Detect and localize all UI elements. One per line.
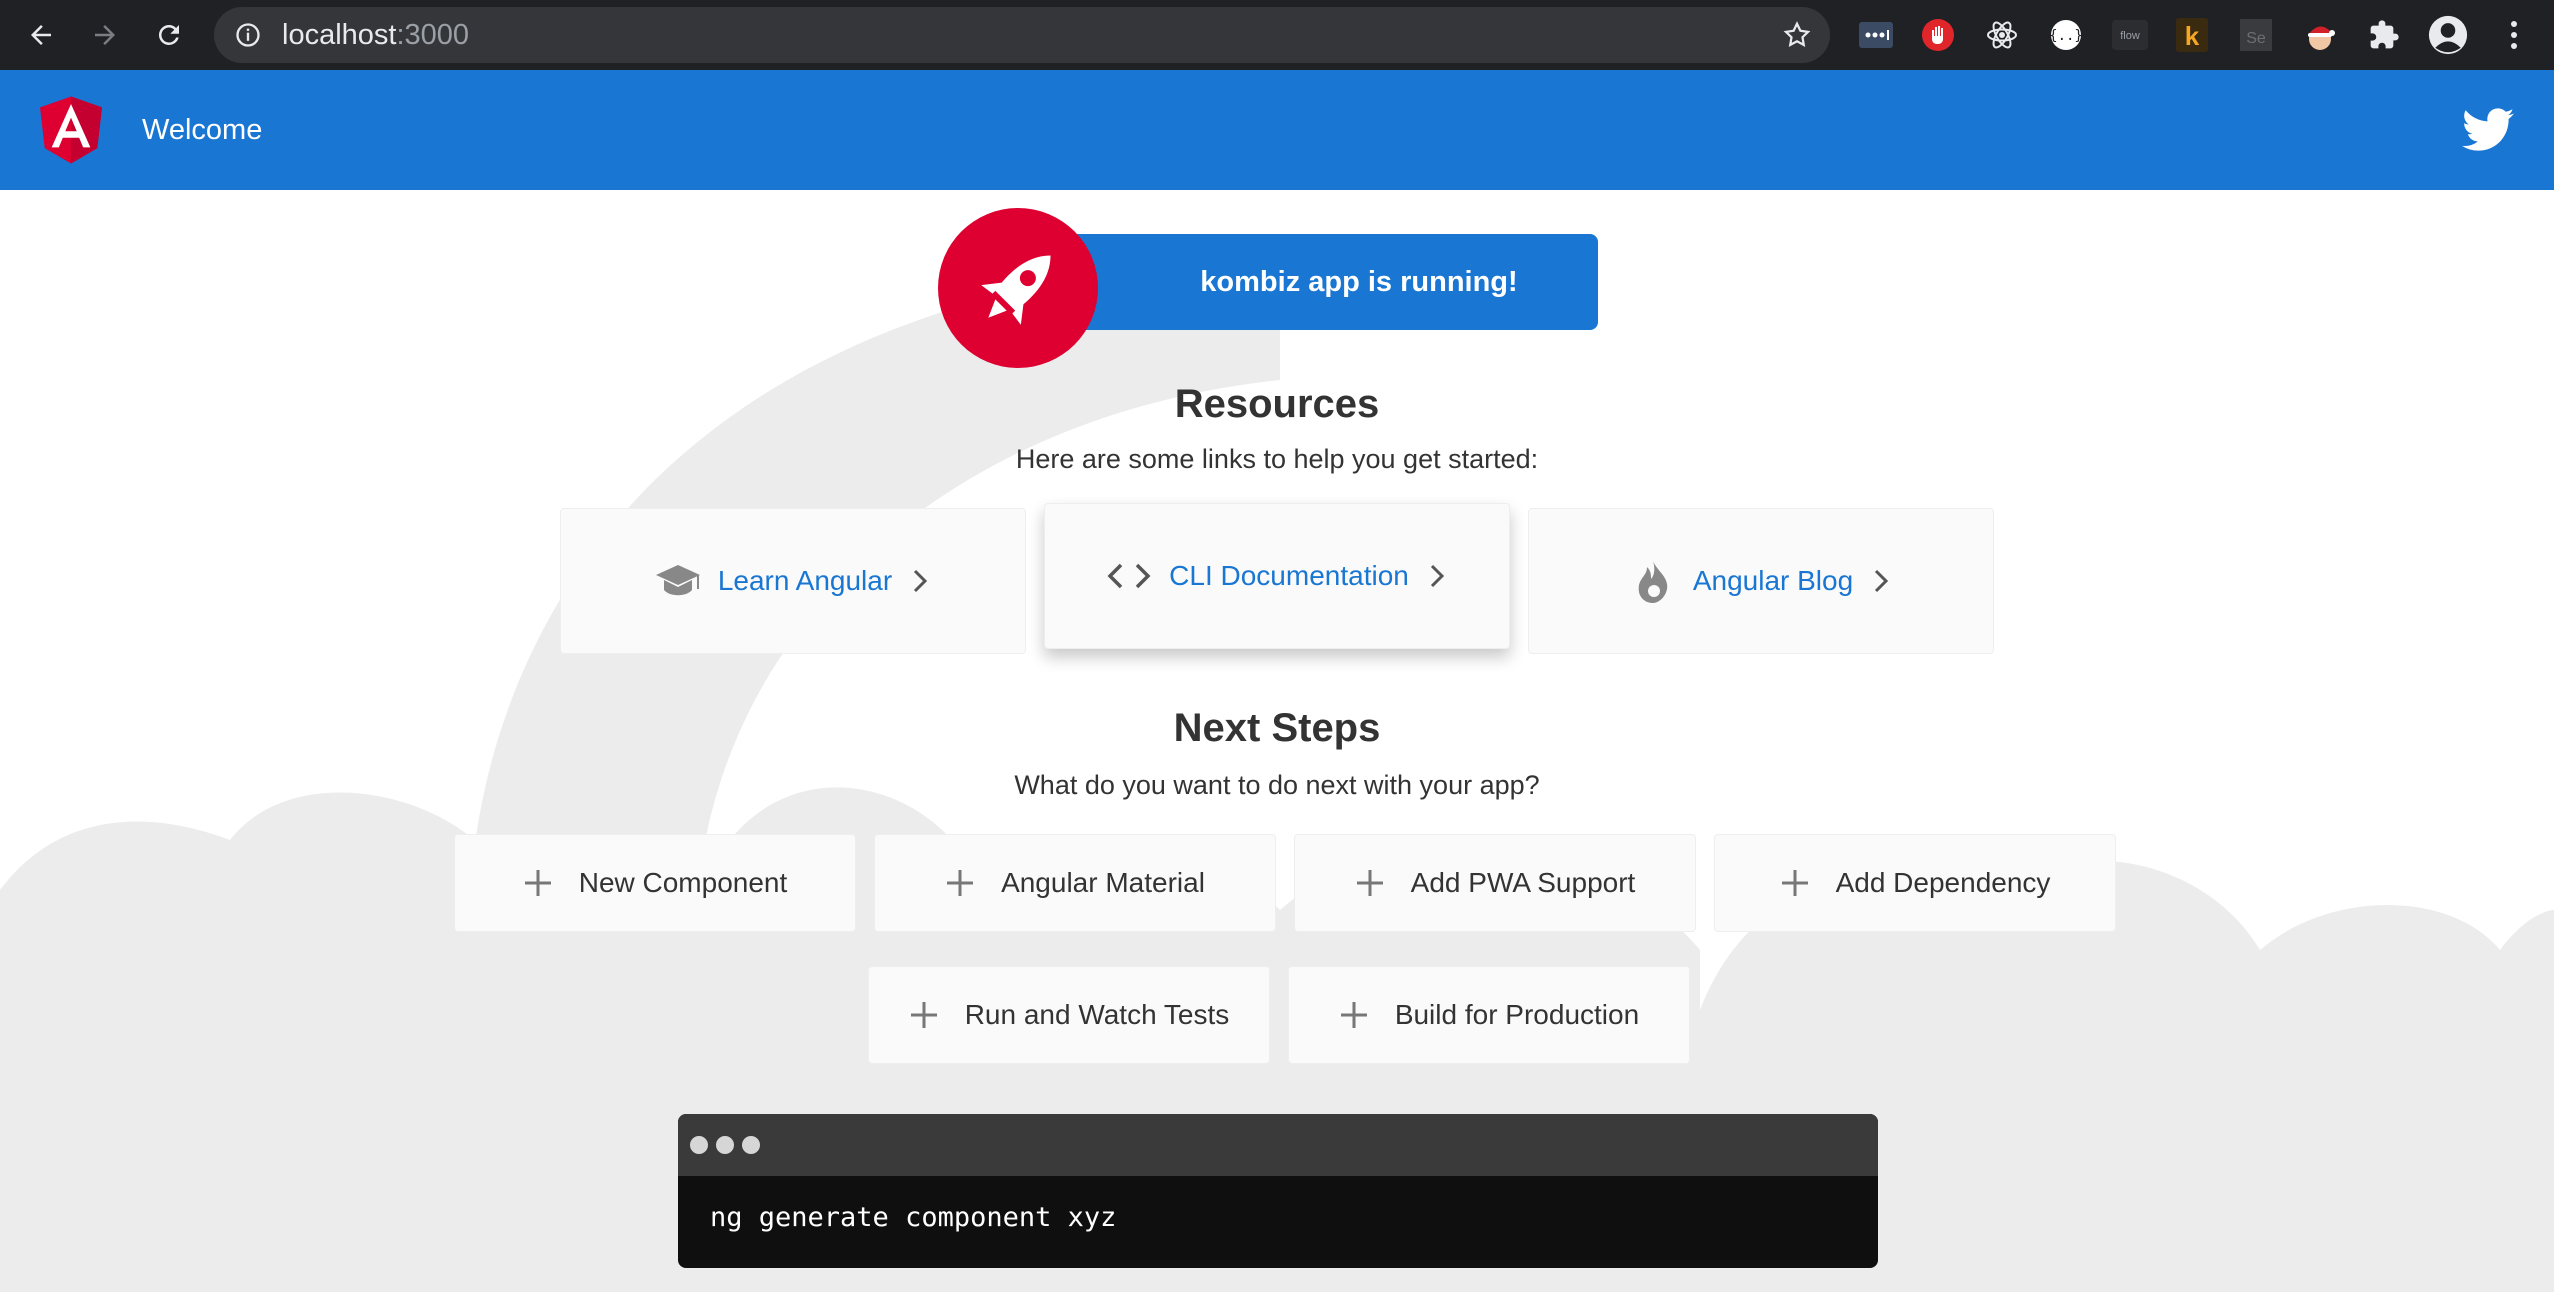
plus-icon [1340, 1002, 1367, 1028]
profile-avatar-icon[interactable] [2428, 15, 2468, 55]
chevron-right-icon [1875, 569, 1889, 593]
resources-subtitle: Here are some links to help you get star… [1015, 444, 1539, 474]
plus-icon [947, 870, 974, 896]
add-dependency-button[interactable]: Add Dependency [1714, 834, 2116, 932]
build-for-production-label: Build for Production [1394, 999, 1640, 1030]
run-and-watch-tests-label: Run and Watch Tests [964, 999, 1230, 1030]
new-component-button[interactable]: New Component [454, 834, 856, 932]
angular-logo-icon [40, 96, 102, 164]
extension-hand-icon[interactable] [1918, 15, 1958, 55]
flow-extension-icon[interactable]: flow [2110, 15, 2150, 55]
rocket-badge [938, 208, 1098, 368]
back-arrow-icon[interactable] [16, 10, 66, 60]
code-brackets-icon [1107, 554, 1151, 598]
santa-extension-icon[interactable] [2300, 15, 2340, 55]
chevron-right-icon [914, 569, 928, 593]
flame-icon [1631, 559, 1675, 603]
add-dependency-label: Add Dependency [1835, 867, 2051, 898]
info-icon[interactable] [234, 21, 262, 49]
chevron-right-icon [1430, 564, 1444, 588]
angular-material-label: Angular Material [1001, 867, 1205, 898]
terminal-dot [690, 1136, 708, 1154]
build-for-production-button[interactable]: Build for Production [1288, 966, 1690, 1064]
terminal-dot [742, 1136, 760, 1154]
main-content: kombiz app is running! Resources Here ar… [0, 190, 2554, 1292]
terminal-dot [716, 1136, 734, 1154]
twitter-icon[interactable] [2462, 108, 2514, 152]
plus-icon [1781, 870, 1808, 896]
svg-text:Se: Se [2246, 30, 2266, 47]
json-viewer-icon[interactable]: {..} [2046, 15, 2086, 55]
reload-icon[interactable] [144, 10, 194, 60]
plus-icon [1356, 870, 1383, 896]
next-steps-subtitle: What do you want to do next with your ap… [1014, 770, 1540, 800]
cli-documentation-label: CLI Documentation [1169, 560, 1409, 591]
more-menu-icon[interactable] [2494, 15, 2534, 55]
run-and-watch-tests-button[interactable]: Run and Watch Tests [868, 966, 1270, 1064]
url-text: localhost:3000 [282, 19, 470, 51]
se-extension-icon[interactable]: Se [2236, 15, 2276, 55]
bookmark-star-icon[interactable] [1782, 20, 1812, 50]
cli-documentation-card[interactable]: CLI Documentation [1044, 503, 1510, 649]
react-devtools-icon[interactable] [1982, 15, 2022, 55]
svg-text:{..}: {..} [2049, 28, 2083, 44]
puzzle-extensions-icon[interactable] [2364, 15, 2404, 55]
terminal-window: ng generate component xyz [678, 1114, 1878, 1268]
angular-blog-label: Angular Blog [1692, 565, 1854, 596]
learn-angular-label: Learn Angular [717, 565, 893, 596]
app-toolbar: Welcome [0, 70, 2554, 190]
add-pwa-support-label: Add PWA Support [1410, 867, 1636, 898]
terminal-titlebar [678, 1114, 1878, 1176]
extension-dots-icon[interactable] [1856, 15, 1896, 55]
add-pwa-support-button[interactable]: Add PWA Support [1294, 834, 1696, 932]
plus-icon [524, 870, 551, 896]
graduation-cap-icon [655, 559, 700, 603]
address-bar[interactable]: localhost:3000 [214, 7, 1830, 63]
toolbar-title: Welcome [142, 114, 263, 146]
forward-arrow-icon[interactable] [80, 10, 130, 60]
rocket-icon [981, 255, 1051, 325]
svg-text:k: k [2185, 21, 2200, 51]
k-extension-icon[interactable]: k [2172, 15, 2212, 55]
next-steps-title: Next Steps [1173, 706, 1381, 750]
browser-chrome: localhost:3000 {..} flow k Se [0, 0, 2554, 70]
svg-text:flow: flow [2120, 30, 2140, 42]
app-running-text: kombiz app is running! [1200, 265, 1518, 298]
terminal-command: ng generate component xyz [710, 1202, 1117, 1233]
learn-angular-card[interactable]: Learn Angular [560, 508, 1026, 654]
angular-blog-card[interactable]: Angular Blog [1528, 508, 1994, 654]
new-component-label: New Component [578, 867, 788, 898]
app-running-banner: kombiz app is running! [1060, 234, 1598, 330]
angular-material-button[interactable]: Angular Material [874, 834, 1276, 932]
plus-icon [910, 1002, 937, 1028]
resources-title: Resources [1174, 382, 1380, 426]
